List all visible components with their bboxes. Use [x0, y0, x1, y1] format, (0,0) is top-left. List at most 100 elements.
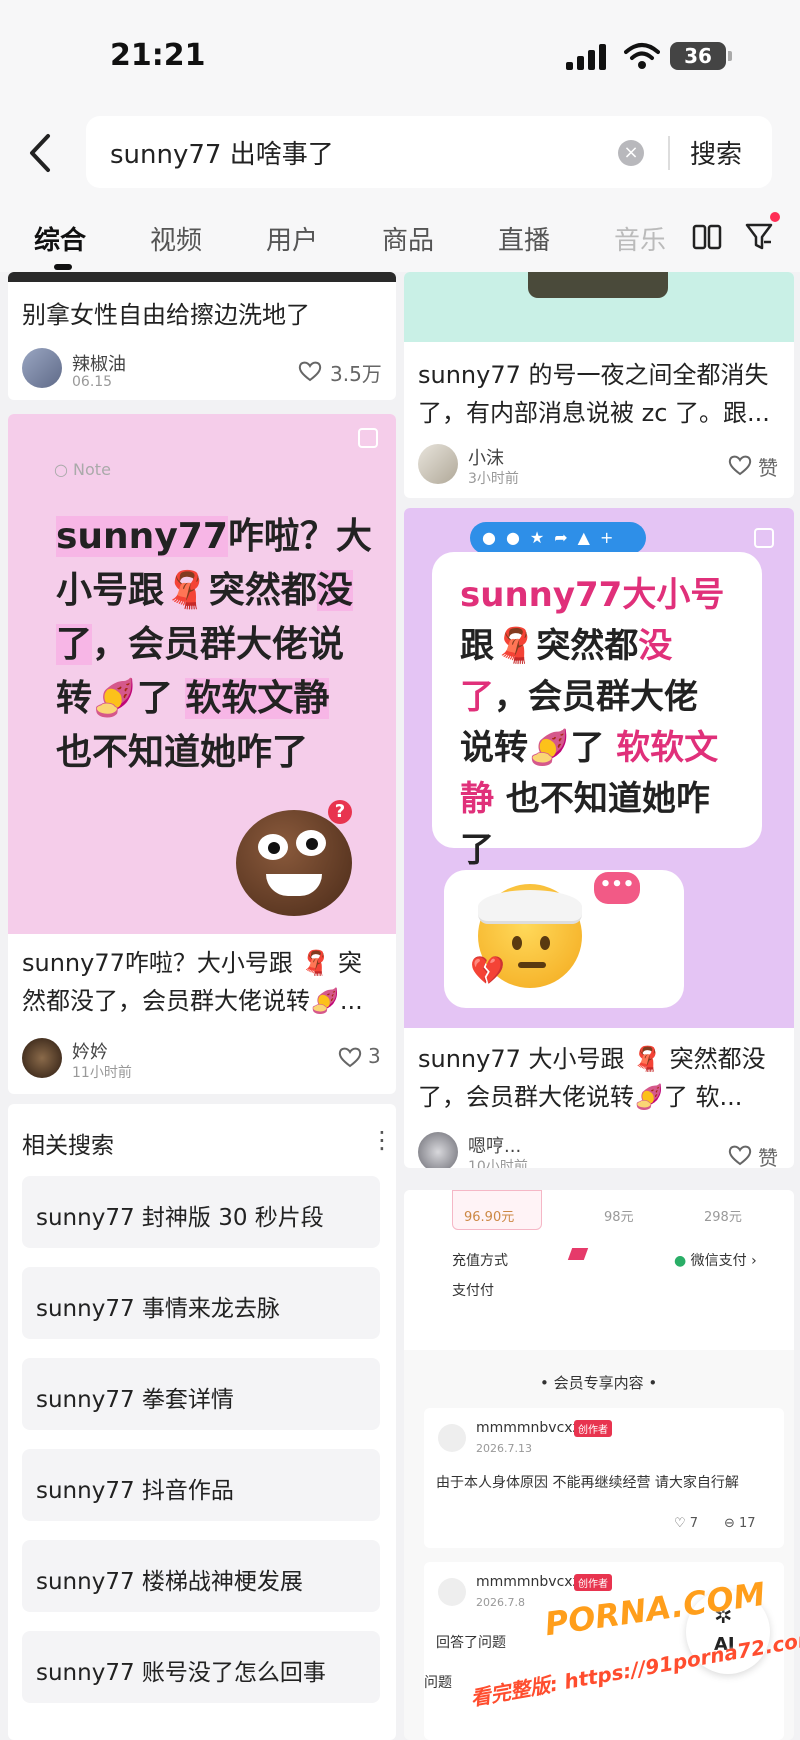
- heart-icon[interactable]: [728, 454, 752, 476]
- note-title: sunny77咋啦？大小号跟 🧣 突: [22, 949, 363, 977]
- wifi-icon: [624, 43, 660, 69]
- cover-text-line: 说转🍠了 软软文: [460, 728, 719, 768]
- related-search-item[interactable]: sunny77 封神版 30 秒片段: [22, 1176, 380, 1248]
- like-count: 3: [368, 1044, 381, 1068]
- cover-text-line: sunny77大小号: [460, 575, 725, 615]
- note-title: sunny77 的号一夜之间全都消失: [418, 361, 769, 389]
- note-title: 别拿女性自由给擦边洗地了: [22, 301, 310, 329]
- note-title: 然都没了，会员群大佬说转🍠...: [22, 987, 363, 1015]
- post-time: 11小时前: [72, 1065, 132, 1081]
- note-title: sunny77 大小号跟 🧣 突然都没: [418, 1045, 766, 1073]
- post-text: 回答了问题: [436, 1635, 506, 1651]
- related-search-item[interactable]: sunny77 账号没了怎么回事: [22, 1631, 380, 1703]
- related-search-item[interactable]: sunny77 拳套详情: [22, 1358, 380, 1430]
- note-title: 了，会员群大佬说转🍠了 软...: [418, 1083, 743, 1111]
- note-card[interactable]: 别拿女性自由给擦边洗地了 辣椒油 06.15 3.5万: [8, 272, 396, 400]
- related-search-item[interactable]: sunny77 楼梯战神梗发展: [22, 1540, 380, 1612]
- note-watermark: ○ Note: [54, 460, 111, 479]
- post-text: 问题: [424, 1675, 452, 1691]
- pay-method-label: 充值方式: [452, 1253, 508, 1269]
- post-author: mmmmnbvcxz: [476, 1420, 580, 1436]
- creator-badge: 创作者: [574, 1420, 612, 1437]
- post-time: 3小时前: [468, 471, 519, 487]
- like-count: 赞: [758, 1146, 778, 1168]
- select-checkbox[interactable]: [754, 528, 774, 548]
- cover-text-line: 了，会员群大佬: [460, 677, 698, 717]
- note-cover-image: [404, 272, 794, 342]
- notification-dot: [770, 212, 780, 222]
- cover-text-line: 也不知道她咋了: [56, 732, 309, 773]
- post-time: 10小时前: [468, 1159, 528, 1168]
- cellular-signal-icon: [566, 44, 606, 70]
- emoji-sticker: 💔: [470, 884, 582, 988]
- post-text: 由于本人身体原因 不能再继续经营 请大家自行解: [436, 1475, 739, 1491]
- note-card[interactable]: ○ Note sunny77咋啦？大 小号跟🧣突然都没 了，会员群大佬说 转🍠了…: [8, 414, 396, 1094]
- note-card[interactable]: ●●★➦▲+ sunny77大小号 跟🧣突然都没 了，会员群大佬 说转🍠了 软软…: [404, 508, 794, 1168]
- author-name[interactable]: 辣椒油: [72, 350, 126, 376]
- cover-text-line: 跟🧣突然都没: [460, 626, 673, 666]
- note-card[interactable]: sunny77 的号一夜之间全都消失 了，有内部消息说被 zc 了。跟... 小…: [404, 272, 794, 498]
- cover-text-line: 静 也不知道她咋: [460, 779, 710, 819]
- search-button[interactable]: 搜索: [690, 134, 742, 171]
- tab-music[interactable]: 音乐: [614, 220, 666, 257]
- note-cover-image: ○ Note sunny77咋啦？大 小号跟🧣突然都没 了，会员群大佬说 转🍠了…: [8, 414, 396, 934]
- heart-icon[interactable]: [728, 1144, 752, 1166]
- price-label: 98元: [604, 1210, 634, 1225]
- cover-text-line: 转🍠了 软软文静: [56, 678, 330, 719]
- avatar[interactable]: [418, 444, 458, 484]
- related-search-item[interactable]: sunny77 抖音作品: [22, 1449, 380, 1521]
- avatar[interactable]: [418, 1132, 458, 1168]
- search-query-text[interactable]: sunny77 出啥事了: [110, 134, 334, 171]
- post-date: 2026.7.8: [476, 1596, 525, 1609]
- wechat-pay-option: ● 微信支付 ›: [674, 1253, 757, 1269]
- avatar[interactable]: [22, 1038, 62, 1078]
- cover-text-line: 了，会员群大佬说: [56, 624, 345, 665]
- clock: 21:21: [110, 38, 206, 73]
- author-name[interactable]: 嗯哼...: [468, 1132, 521, 1158]
- battery-indicator: 36: [670, 42, 732, 70]
- price-label: 298元: [704, 1210, 742, 1225]
- note-title: 了，有内部消息说被 zc 了。跟...: [418, 399, 770, 427]
- emoji-sticker: ?: [236, 800, 352, 916]
- post-time: 06.15: [72, 374, 113, 390]
- creator-badge: 创作者: [574, 1574, 612, 1591]
- note-cover-image: ●●★➦▲+ sunny77大小号 跟🧣突然都没 了，会员群大佬 说转🍠了 软软…: [404, 508, 794, 1028]
- tab-users[interactable]: 用户: [266, 220, 318, 257]
- post-date: 2026.7.13: [476, 1442, 532, 1455]
- like-count: 赞: [758, 456, 778, 480]
- divider: [668, 136, 670, 170]
- tab-live[interactable]: 直播: [498, 220, 550, 257]
- related-searches-heading: 相关搜索: [22, 1133, 114, 1159]
- filter-icon[interactable]: [744, 220, 774, 252]
- like-count: 3.5万: [330, 362, 382, 386]
- member-post: mmmmnbvcxz 创作者 2026.7.13 由于本人身体原因 不能再继续经…: [424, 1408, 784, 1548]
- cover-text-line: 小号跟🧣突然都没: [56, 570, 353, 611]
- related-search-item[interactable]: sunny77 事情来龙去脉: [22, 1267, 380, 1339]
- more-options-icon[interactable]: ⋮: [370, 1126, 394, 1154]
- payment-screenshot: 96.90元 98元 298元 充值方式 ● 微信支付 › 支付付: [404, 1190, 794, 1350]
- post-likes: ♡ 7: [674, 1516, 699, 1531]
- tab-products[interactable]: 商品: [382, 220, 434, 257]
- cover-text-line: 了: [460, 830, 494, 870]
- avatar[interactable]: [22, 348, 62, 388]
- author-name[interactable]: 妗妗: [72, 1038, 108, 1064]
- active-tab-indicator: [54, 264, 72, 270]
- tab-video[interactable]: 视频: [150, 220, 202, 257]
- heart-icon[interactable]: [298, 360, 322, 382]
- heart-icon[interactable]: [338, 1046, 362, 1068]
- layout-toggle-icon[interactable]: [692, 224, 722, 250]
- typing-dots-icon: •••: [594, 872, 640, 904]
- members-heading: • 会员专享内容 •: [540, 1374, 658, 1392]
- author-name[interactable]: 小沫: [468, 444, 504, 470]
- price-label: 96.90元: [464, 1210, 515, 1225]
- select-checkbox[interactable]: [358, 428, 378, 448]
- clear-icon[interactable]: ×: [618, 140, 644, 166]
- back-arrow-icon[interactable]: [24, 128, 60, 178]
- reaction-bar: ●●★➦▲+: [470, 522, 646, 554]
- post-author: mmmmnbvcxz: [476, 1574, 580, 1590]
- logo-mark: [567, 1248, 589, 1260]
- pay-label: 支付付: [452, 1283, 494, 1299]
- tab-overall[interactable]: 综合: [34, 220, 86, 257]
- cover-text-line: sunny77咋啦？大: [56, 516, 372, 557]
- post-comments: ⊖ 17: [724, 1516, 756, 1531]
